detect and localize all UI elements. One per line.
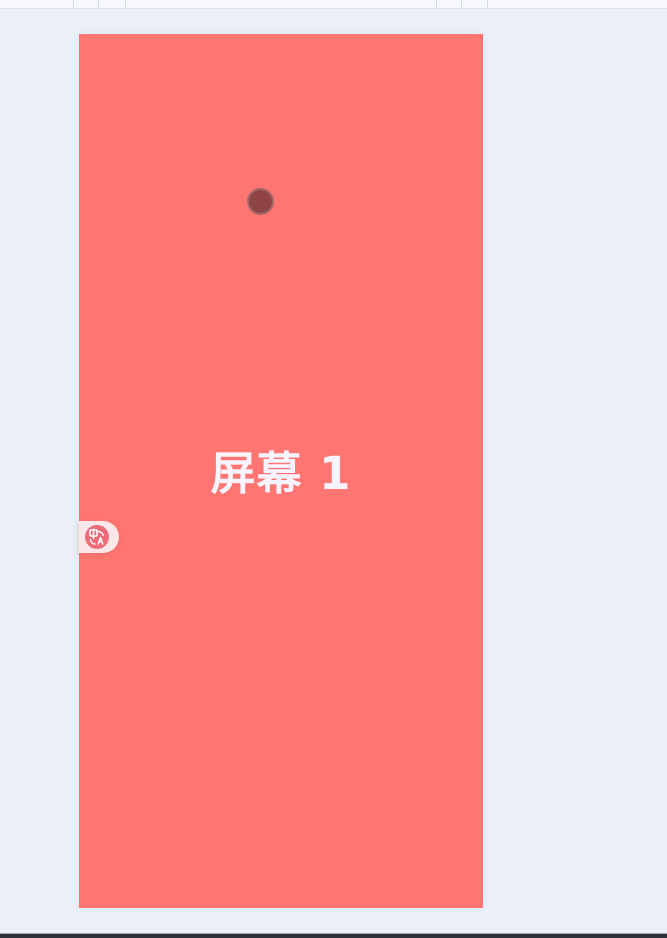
- bottom-bar: [0, 933, 667, 938]
- ruler-tick: [98, 0, 99, 8]
- camera-dot: [247, 188, 274, 215]
- ruler-tick: [436, 0, 437, 8]
- translate-button[interactable]: [79, 521, 119, 553]
- screen-preview[interactable]: 屏幕 1: [79, 34, 483, 908]
- translate-icon: [85, 525, 109, 549]
- screen-title: 屏幕 1: [210, 447, 352, 500]
- ruler-tick: [487, 0, 488, 8]
- ruler-tick: [73, 0, 74, 8]
- ruler-tick: [461, 0, 462, 8]
- top-ruler: [0, 0, 667, 9]
- ruler-tick: [125, 0, 126, 8]
